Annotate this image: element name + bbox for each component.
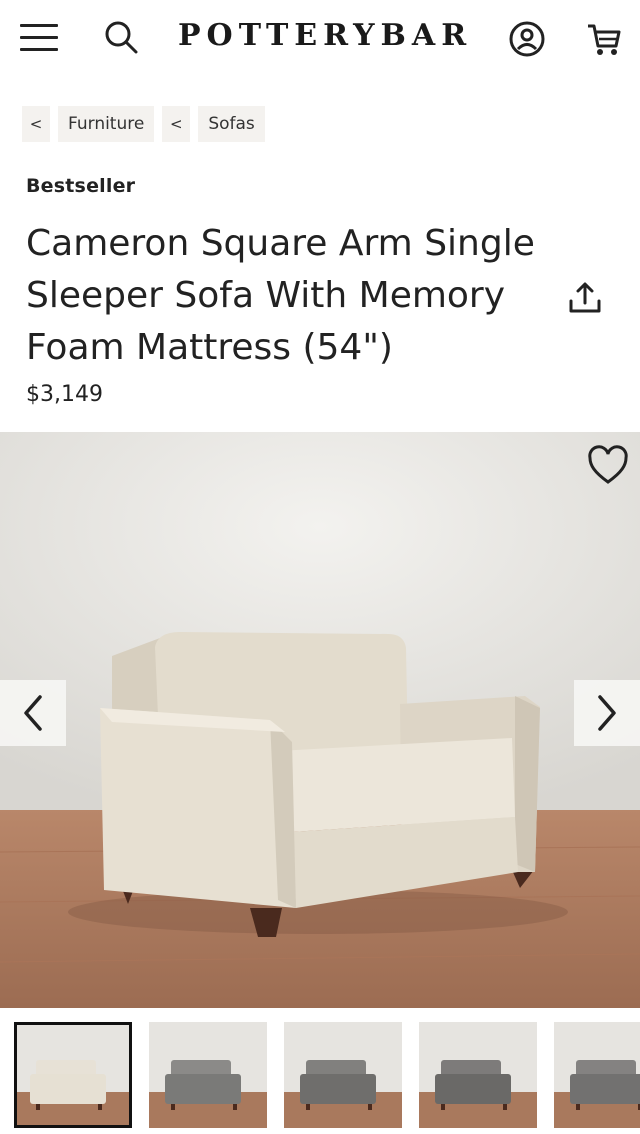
- thumbnail-strip: [14, 1022, 640, 1134]
- gallery-thumbnail[interactable]: [149, 1022, 267, 1128]
- product-title: Cameron Square Arm Single Sleeper Sofa W…: [26, 223, 535, 368]
- gallery-prev-button[interactable]: [0, 680, 66, 746]
- breadcrumb-link-sofas[interactable]: Sofas: [198, 106, 265, 142]
- product-hero-image[interactable]: [0, 432, 640, 1008]
- thumbnail-image: [419, 1022, 537, 1128]
- breadcrumb-chevron-icon[interactable]: <: [162, 106, 191, 142]
- sofa-photo: [0, 432, 640, 1008]
- breadcrumb: < Furniture < Sofas: [22, 106, 265, 142]
- breadcrumb-link-furniture[interactable]: Furniture: [58, 106, 155, 142]
- chevron-left-icon: [24, 695, 42, 731]
- site-header: POTTERYBARN: [0, 0, 640, 80]
- account-icon[interactable]: [508, 20, 546, 58]
- thumbnail-image: [284, 1022, 402, 1128]
- thumbnail-image: [14, 1022, 132, 1128]
- brand-logo[interactable]: POTTERYBARN: [178, 18, 472, 58]
- search-icon[interactable]: [102, 18, 140, 56]
- gallery-thumbnail[interactable]: [284, 1022, 402, 1128]
- heart-icon[interactable]: [586, 444, 630, 488]
- product-price: $3,149: [26, 382, 103, 407]
- breadcrumb-chevron-icon[interactable]: <: [22, 106, 50, 142]
- share-upload-icon[interactable]: [566, 279, 604, 317]
- thumbnail-image: [149, 1022, 267, 1128]
- gallery-thumbnail[interactable]: [14, 1022, 132, 1128]
- thumbnail-image: [554, 1022, 640, 1128]
- hamburger-menu-icon[interactable]: [20, 22, 60, 54]
- gallery-thumbnail[interactable]: [554, 1022, 640, 1128]
- chevron-right-icon: [598, 695, 616, 731]
- gallery-thumbnail[interactable]: [419, 1022, 537, 1128]
- cart-icon[interactable]: [585, 20, 623, 58]
- bestseller-badge: Bestseller: [26, 175, 136, 197]
- gallery-next-button[interactable]: [574, 680, 640, 746]
